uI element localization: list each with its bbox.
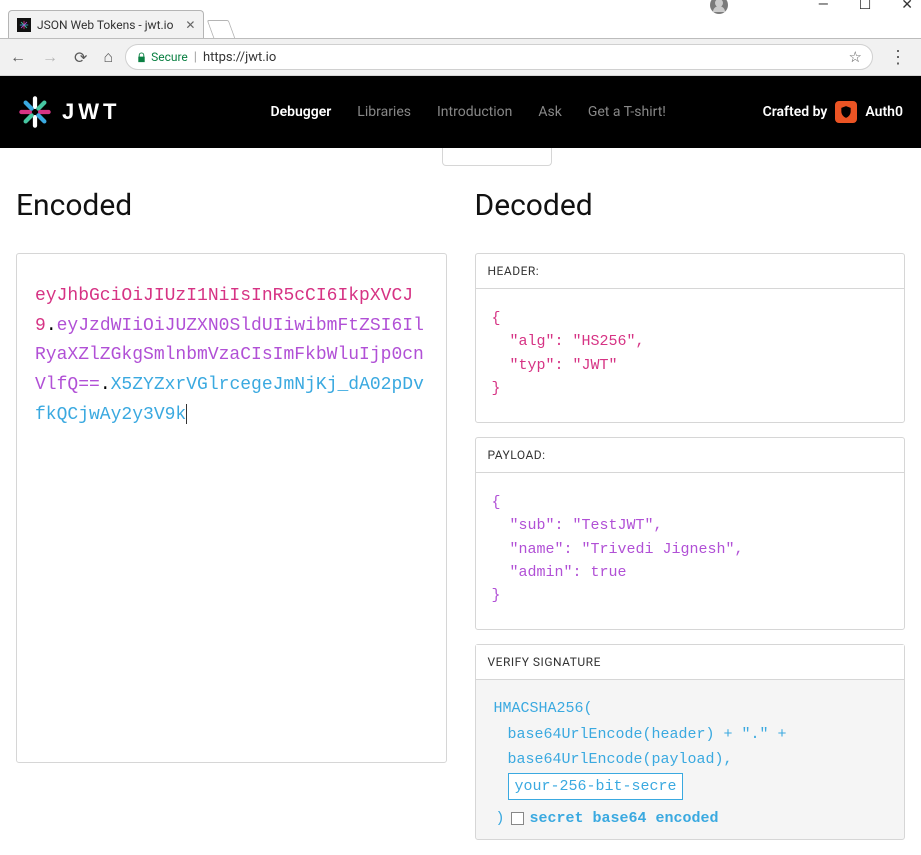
header-json[interactable]: { "alg": "HS256", "typ": "JWT" } xyxy=(476,289,905,422)
decoded-heading: Decoded xyxy=(475,188,906,223)
signature-body: HMACSHA256( base64UrlEncode(header) + ".… xyxy=(476,680,905,839)
payload-section-label: PAYLOAD: xyxy=(476,438,905,473)
nav-link-introduction[interactable]: Introduction xyxy=(437,104,512,120)
tab-favicon-icon xyxy=(17,18,31,32)
text-cursor xyxy=(186,404,187,424)
encoded-token-box[interactable]: eyJhbGciOiJIUzI1NiIsInR5cCI6IkpXVCJ9.eyJ… xyxy=(16,253,447,763)
window-frame: ― ☐ ✕ xyxy=(0,0,921,10)
main-content: Encoded eyJhbGciOiJIUzI1NiIsInR5cCI6IkpX… xyxy=(0,148,921,854)
payload-json[interactable]: { "sub": "TestJWT", "name": "Trivedi Jig… xyxy=(476,473,905,629)
nav-link-debugger[interactable]: Debugger xyxy=(270,104,331,120)
header-section-label: HEADER: xyxy=(476,254,905,289)
tab-close-icon[interactable]: ✕ xyxy=(185,18,195,32)
window-close-icon[interactable]: ✕ xyxy=(901,0,913,10)
bookmark-star-icon[interactable]: ☆ xyxy=(849,48,862,66)
address-bar: ← → ⟳ ⌂ Secure | https://jwt.io ☆ ⋮ xyxy=(0,38,921,76)
jwt-logo-icon xyxy=(18,95,52,129)
token-dot: . xyxy=(100,375,111,395)
secret-base64-checkbox[interactable] xyxy=(511,812,524,825)
sig-line-2: base64UrlEncode(header) + "." + xyxy=(508,722,887,748)
browser-tab[interactable]: JSON Web Tokens - jwt.io ✕ xyxy=(8,10,204,38)
secure-label: Secure xyxy=(151,50,188,64)
brand[interactable]: JWT xyxy=(18,95,120,129)
window-maximize-icon[interactable]: ☐ xyxy=(859,0,872,10)
sig-close-paren: ) xyxy=(496,806,505,832)
back-icon[interactable]: ← xyxy=(10,47,26,67)
secret-base64-label: secret base64 encoded xyxy=(530,806,719,832)
token-dot: . xyxy=(46,316,57,336)
sig-line-3: base64UrlEncode(payload), xyxy=(508,747,887,773)
forward-icon[interactable]: → xyxy=(42,47,58,67)
url-field[interactable]: Secure | https://jwt.io ☆ xyxy=(125,44,873,70)
home-icon[interactable]: ⌂ xyxy=(103,47,113,67)
new-tab-button[interactable] xyxy=(207,20,236,38)
auth0-label: Auth0 xyxy=(865,104,903,120)
decoded-header-section: HEADER: { "alg": "HS256", "typ": "JWT" } xyxy=(475,253,906,423)
tab-title: JSON Web Tokens - jwt.io xyxy=(37,18,173,32)
nav-link-ask[interactable]: Ask xyxy=(538,104,561,120)
nav-links: Debugger Libraries Introduction Ask Get … xyxy=(270,104,665,120)
site-nav: JWT Debugger Libraries Introduction Ask … xyxy=(0,76,921,148)
encoded-heading: Encoded xyxy=(16,188,447,223)
url-text: https://jwt.io xyxy=(203,50,276,65)
algorithm-select-remnant[interactable] xyxy=(442,148,552,166)
secure-lock-icon: Secure xyxy=(136,50,188,64)
decoded-signature-section: VERIFY SIGNATURE HMACSHA256( base64UrlEn… xyxy=(475,644,906,840)
brand-text: JWT xyxy=(62,99,120,125)
reload-icon[interactable]: ⟳ xyxy=(74,48,87,67)
signature-section-label: VERIFY SIGNATURE xyxy=(476,645,905,680)
decoded-payload-section: PAYLOAD: { "sub": "TestJWT", "name": "Tr… xyxy=(475,437,906,630)
tab-strip: JSON Web Tokens - jwt.io ✕ xyxy=(0,10,921,38)
nav-link-libraries[interactable]: Libraries xyxy=(357,104,411,120)
auth0-shield-icon xyxy=(835,101,857,123)
secret-input[interactable] xyxy=(508,773,683,800)
encoded-column: Encoded eyJhbGciOiJIUzI1NiIsInR5cCI6IkpX… xyxy=(16,188,447,854)
window-minimize-icon[interactable]: ― xyxy=(818,0,829,10)
crafted-by-label: Crafted by xyxy=(763,104,828,120)
url-separator: | xyxy=(194,50,197,65)
nav-link-tshirt[interactable]: Get a T-shirt! xyxy=(588,104,666,120)
decoded-column: Decoded HEADER: { "alg": "HS256", "typ":… xyxy=(475,188,906,854)
browser-menu-icon[interactable]: ⋮ xyxy=(885,47,911,68)
sig-line-1: HMACSHA256( xyxy=(494,696,887,722)
nav-icons: ← → ⟳ ⌂ xyxy=(10,47,113,67)
crafted-by[interactable]: Crafted by Auth0 xyxy=(763,101,903,123)
